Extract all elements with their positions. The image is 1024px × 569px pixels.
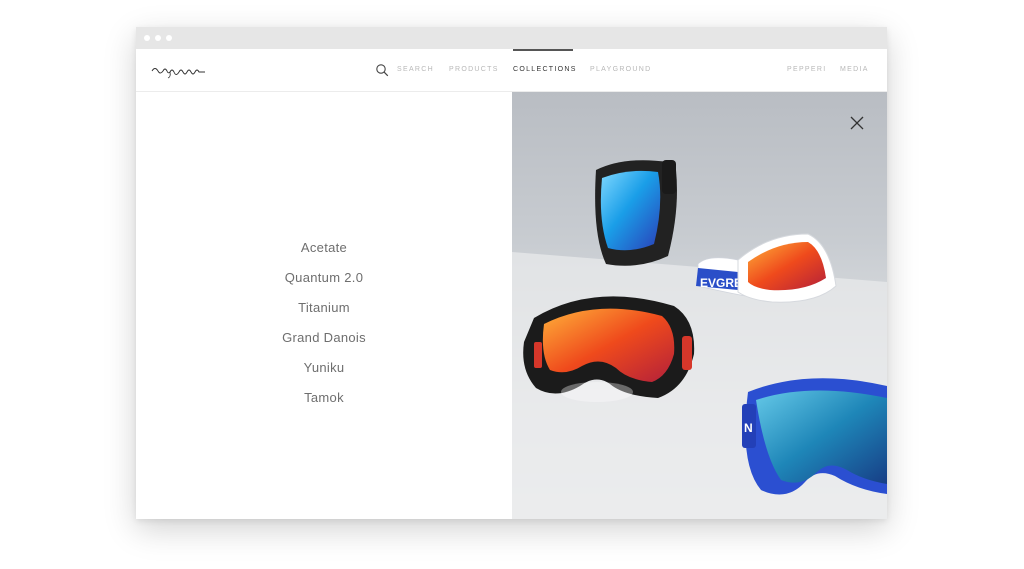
window-control-dot[interactable] [166,35,172,41]
site-header: evgreen SEARCH PRODUCTS COLLECTIONS PLAY… [136,49,887,92]
browser-window: evgreen SEARCH PRODUCTS COLLECTIONS PLAY… [136,27,887,519]
collection-item-yuniku[interactable]: Yuniku [136,353,512,383]
ski-goggles-photo: EVGREEN evgreen N [512,160,887,519]
goggle-standing-blue [595,160,677,266]
nav-collections[interactable]: COLLECTIONS [513,49,577,91]
nav-pepperi[interactable]: PEPPERI [787,49,826,91]
nav-products[interactable]: PRODUCTS [449,49,499,91]
window-control-dot[interactable] [155,35,161,41]
brand-logo[interactable]: evgreen [150,61,212,79]
collections-list: Acetate Quantum 2.0 Titanium Grand Danoi… [136,233,512,413]
collection-item-acetate[interactable]: Acetate [136,233,512,263]
collection-item-tamok[interactable]: Tamok [136,383,512,413]
collections-menu-panel: Acetate Quantum 2.0 Titanium Grand Danoi… [136,92,512,519]
collection-item-titanium[interactable]: Titanium [136,293,512,323]
logo-text: evgreen [150,61,154,62]
window-control-dot[interactable] [144,35,150,41]
nav-search[interactable]: SEARCH [397,49,434,91]
strap-text-2: N [744,421,753,435]
collection-item-grand-danois[interactable]: Grand Danois [136,323,512,353]
nav-playground[interactable]: PLAYGROUND [590,49,652,91]
search-icon[interactable] [375,63,389,77]
collection-hero-image: EVGREEN evgreen N [512,92,887,519]
browser-titlebar [136,27,887,49]
close-icon[interactable] [848,114,866,132]
nav-media[interactable]: MEDIA [840,49,869,91]
collection-item-quantum[interactable]: Quantum 2.0 [136,263,512,293]
